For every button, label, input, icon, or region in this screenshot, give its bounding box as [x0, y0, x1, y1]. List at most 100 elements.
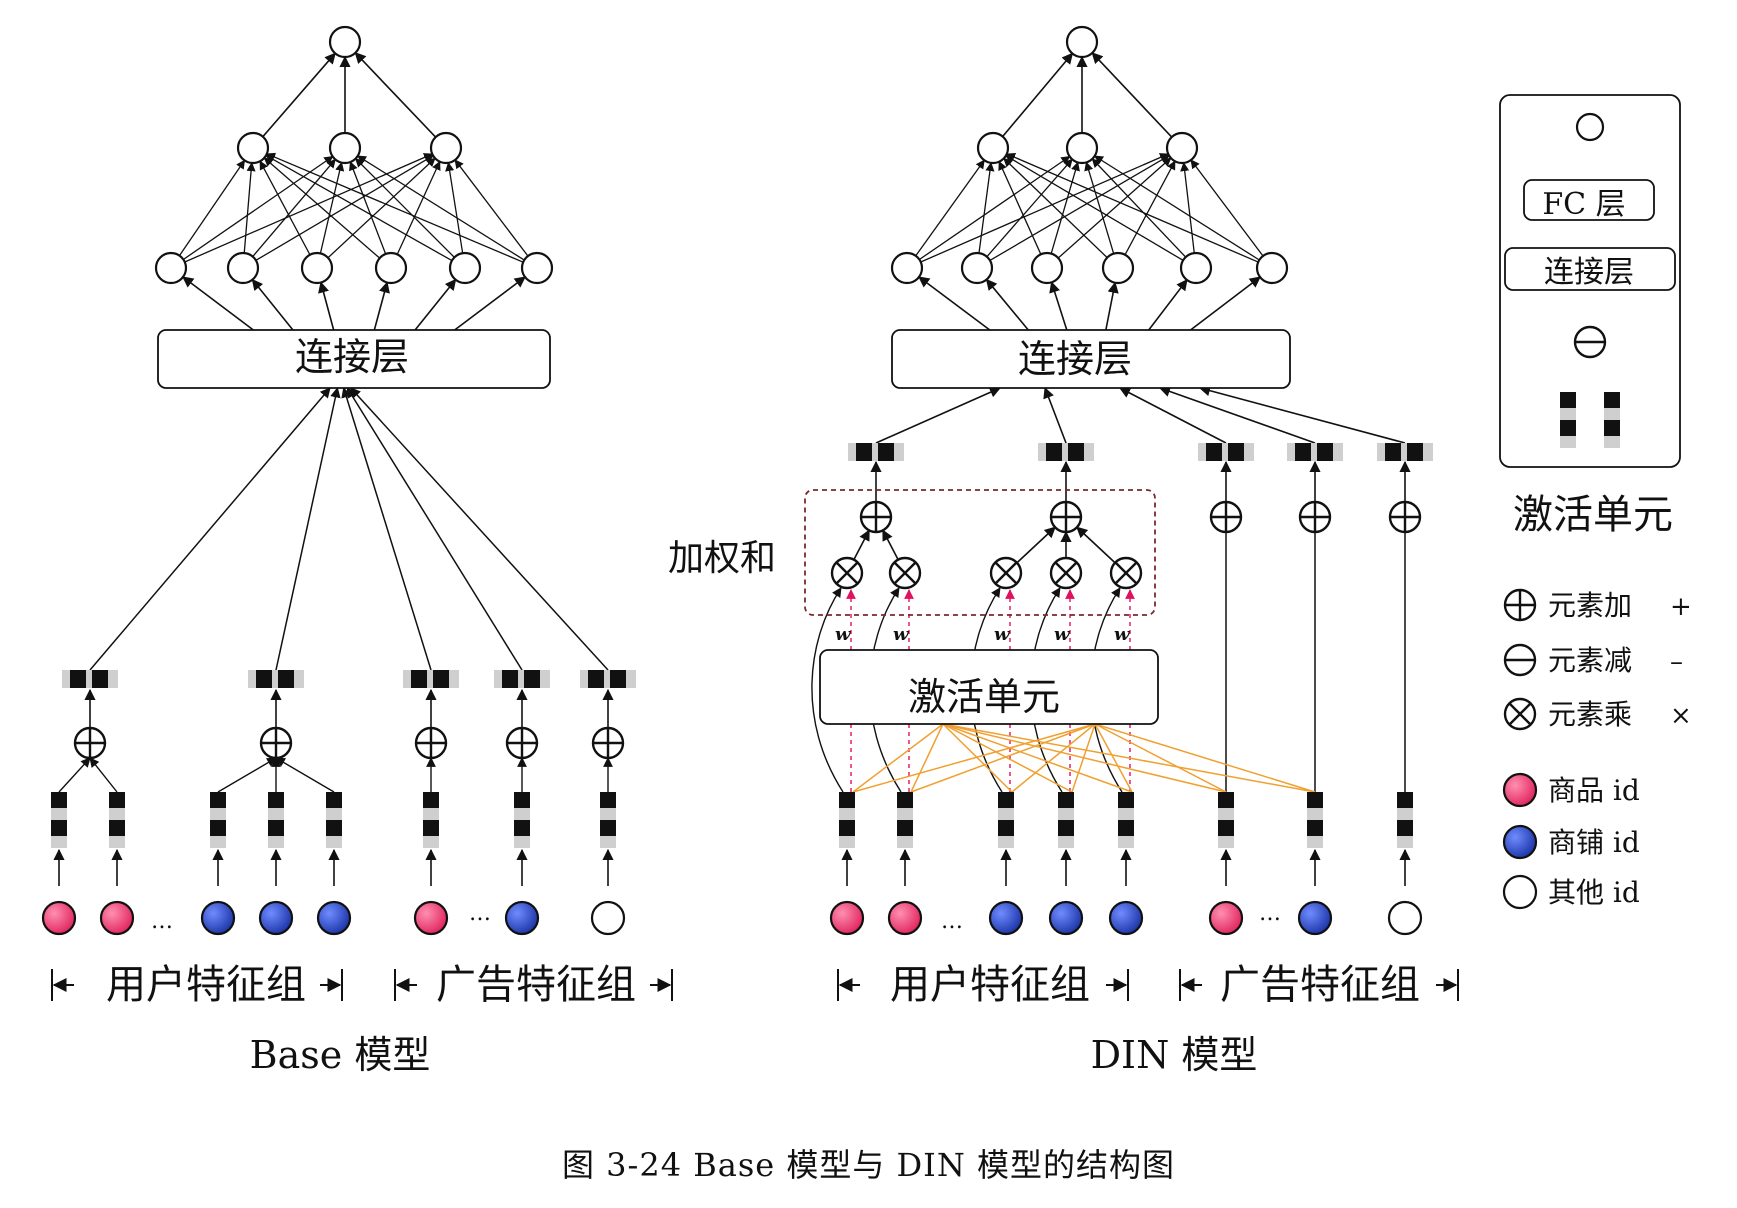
embedding-cell	[1307, 792, 1323, 808]
embedding-cell	[51, 792, 67, 808]
base-pool-arrow	[217, 757, 277, 793]
embedding-cell	[1222, 443, 1228, 461]
base-input-node	[226, 251, 260, 285]
embedding-cell	[580, 670, 588, 688]
embedding-cell	[1228, 443, 1244, 461]
weighted-sum-label: 加权和	[668, 538, 776, 579]
embedding-cell	[626, 670, 636, 688]
au-concat-label: 连接层	[1544, 255, 1634, 290]
base-user-ellipsis: …	[151, 909, 173, 934]
base-concat-input-arrow	[346, 387, 523, 671]
din-pooled-embedding	[1038, 443, 1094, 461]
embedding-cell	[856, 443, 872, 461]
din-ad-pooled-embedding	[1198, 443, 1254, 461]
base-pooled-embedding	[62, 670, 118, 688]
din-mlp-arrow	[1190, 276, 1261, 331]
embedding-cell	[1068, 443, 1084, 461]
legend-label-shop-id: 商铺 id	[1548, 826, 1640, 859]
embedding-cell	[839, 808, 855, 820]
base-pooled-embedding	[580, 670, 636, 688]
base-pool-arrow	[275, 757, 335, 793]
base-mlp-arrow	[251, 278, 294, 331]
din-user-embedding-vector	[1058, 792, 1074, 848]
base-concat-input-arrow	[350, 387, 609, 671]
legend-label-mul: 元素乘	[1548, 698, 1632, 731]
base-input-node	[448, 251, 482, 285]
base-input-node	[374, 251, 408, 285]
din-ad-attention-link	[852, 723, 944, 793]
din-mlp-arrow	[998, 160, 1042, 255]
embedding-cell	[600, 820, 616, 836]
din-shop-id-node	[1297, 900, 1333, 936]
embedding-cell	[423, 792, 439, 808]
white-node-icon	[1502, 874, 1538, 910]
base-concat-input-arrow	[89, 387, 331, 671]
embedding-cell	[494, 670, 502, 688]
embedding-cell	[600, 792, 616, 808]
din-ad-pooled-embedding	[1377, 443, 1433, 461]
din-mlp-arrow	[1084, 161, 1115, 254]
base-mlp-arrow	[354, 157, 455, 258]
embedding-cell	[514, 836, 530, 848]
din-sum-arrow	[1016, 526, 1056, 564]
din-ad-attention-link	[942, 723, 1227, 793]
base-input-node	[300, 251, 334, 285]
base-output-node	[328, 25, 362, 59]
embedding-cell	[51, 836, 67, 848]
embedding-cell	[411, 670, 427, 688]
base-mlp-arrow	[262, 52, 336, 138]
embedding-cell	[588, 670, 604, 688]
embedding-cell	[326, 808, 342, 820]
din-item-id-node	[829, 900, 865, 936]
base-mlp-arrow	[454, 159, 529, 257]
din-user-ellipsis: …	[941, 909, 963, 934]
embedding-cell	[839, 836, 855, 848]
embedding-cell	[1397, 808, 1413, 820]
din-concat-input-arrow	[1158, 386, 1316, 444]
embedding-cell	[210, 820, 226, 836]
embedding-cell	[1058, 836, 1074, 848]
embedding-cell	[1218, 792, 1234, 808]
embedding-cell	[1218, 836, 1234, 848]
embedding-cell	[427, 670, 433, 688]
au-ad-embedding	[1604, 392, 1620, 448]
embedding-cell	[540, 670, 550, 688]
embedding-cell	[1058, 792, 1074, 808]
base-embedding-vector	[268, 792, 284, 848]
embedding-cell	[524, 670, 540, 688]
legend-label-add: 元素加	[1548, 589, 1632, 622]
din-ad-ellipsis: …	[1259, 901, 1281, 926]
embedding-cell	[998, 808, 1014, 820]
din-sum-arrow	[882, 529, 899, 561]
embedding-cell	[210, 792, 226, 808]
embedding-cell	[1218, 820, 1234, 836]
din-ad-pooled-embedding	[1287, 443, 1343, 461]
embedding-cell	[1307, 836, 1323, 848]
embedding-cell	[897, 820, 913, 836]
din-ad-embedding-vector	[1218, 792, 1234, 848]
base-mlp-arrow	[318, 281, 335, 331]
au-output-node	[1575, 112, 1605, 142]
base-ad-group-label: 广告特征组	[436, 962, 636, 1008]
din-mlp-arrow	[915, 159, 985, 257]
embedding-cell	[1604, 392, 1620, 408]
din-weight-label: w	[994, 624, 1011, 645]
base-embedding-vector	[109, 792, 125, 848]
din-user-embedding-vector	[1118, 792, 1134, 848]
embedding-cell	[433, 670, 449, 688]
embedding-cell	[998, 836, 1014, 848]
base-shop-id-node	[504, 900, 540, 936]
embedding-cell	[1118, 792, 1134, 808]
base-mlp-arrow	[349, 161, 387, 255]
base-input-node	[154, 251, 188, 285]
embedding-cell	[210, 836, 226, 848]
din-other-id-node	[1387, 900, 1423, 936]
din-shop-id-node	[1108, 900, 1144, 936]
din-input-node	[1030, 251, 1064, 285]
din-input-node	[960, 251, 994, 285]
embedding-cell	[326, 836, 342, 848]
embedding-cell	[1198, 443, 1206, 461]
din-hidden-node	[1165, 131, 1199, 165]
base-hidden-node	[429, 131, 463, 165]
legend-label-sub: 元素减	[1548, 644, 1632, 677]
